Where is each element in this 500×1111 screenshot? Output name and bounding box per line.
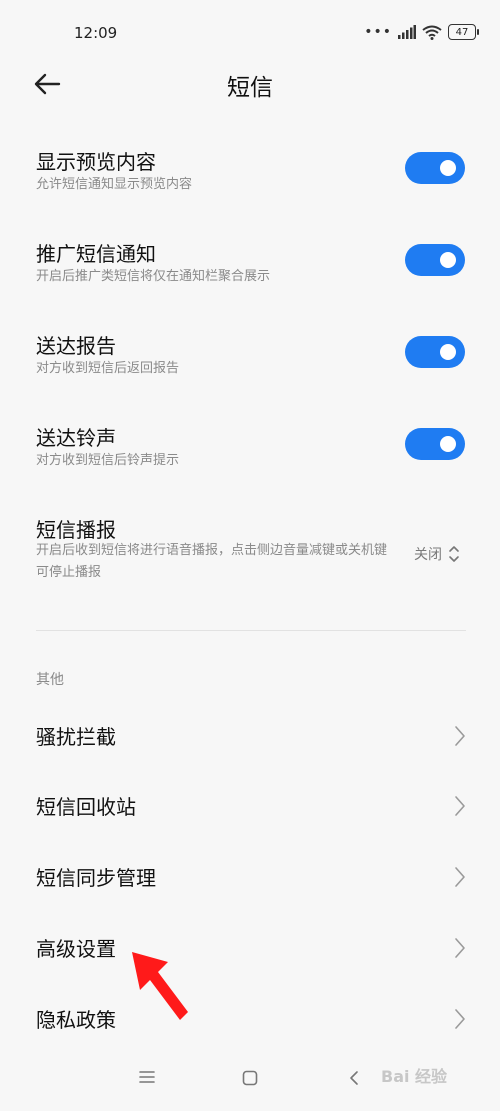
setting-desc: 开启后推广类短信将仅在通知栏聚合展示 — [36, 269, 271, 284]
setting-desc: 开启后收到短信将进行语音播报，点击侧边音量减键或关机键可停止播报 — [36, 543, 388, 580]
menu-lines-icon[interactable] — [139, 1070, 155, 1084]
setting-title: 送达报告 — [36, 334, 116, 358]
menu-item-label: 高级设置 — [36, 937, 116, 961]
menu-item-recycle-bin[interactable]: 短信回收站 — [0, 773, 500, 839]
menu-item-label: 短信同步管理 — [36, 866, 156, 890]
setting-promo-notify: 推广短信通知 开启后推广类短信将仅在通知栏聚合展示 — [0, 232, 500, 312]
setting-delivery-ringtone: 送达铃声 对方收到短信后铃声提示 — [0, 416, 500, 496]
toggle-knob — [440, 344, 456, 360]
chevron-right-icon — [455, 867, 465, 887]
delivery-report-toggle[interactable] — [405, 336, 465, 368]
more-dots-icon: ••• — [364, 24, 392, 40]
screen: 12:09 ••• 47 短信 显示预览内容 允许短信通知显示预览内容 推广短信… — [0, 0, 500, 1111]
divider — [36, 630, 466, 631]
menu-item-label: 骚扰拦截 — [36, 725, 116, 749]
section-label-other: 其他 — [36, 672, 64, 688]
chevron-right-icon — [455, 938, 465, 958]
setting-desc: 对方收到短信后返回报告 — [36, 361, 180, 376]
back-chevron-icon[interactable] — [348, 1070, 360, 1086]
setting-delivery-report: 送达报告 对方收到短信后返回报告 — [0, 324, 500, 404]
updown-chevron-icon — [449, 546, 459, 562]
chevron-right-icon — [455, 796, 465, 816]
home-square-icon[interactable] — [242, 1070, 258, 1086]
status-bar: 12:09 ••• 47 — [0, 0, 500, 60]
wifi-icon — [422, 25, 442, 40]
setting-title: 短信播报 — [36, 518, 116, 542]
setting-desc: 允许短信通知显示预览内容 — [36, 177, 193, 192]
setting-show-preview: 显示预览内容 允许短信通知显示预览内容 — [0, 140, 500, 220]
menu-item-advanced-settings[interactable]: 高级设置 — [0, 915, 500, 981]
promo-notify-toggle[interactable] — [405, 244, 465, 276]
toggle-knob — [440, 436, 456, 452]
battery-indicator: 47 — [448, 24, 479, 40]
toggle-knob — [440, 160, 456, 176]
status-icons: ••• 47 — [364, 24, 479, 40]
show-preview-toggle[interactable] — [405, 152, 465, 184]
menu-item-label: 短信回收站 — [36, 795, 136, 819]
annotation-arrow-icon — [132, 952, 188, 1020]
setting-desc: 对方收到短信后铃声提示 — [36, 453, 180, 468]
menu-item-harassment-block[interactable]: 骚扰拦截 — [0, 703, 500, 769]
setting-sms-broadcast[interactable]: 短信播报 开启后收到短信将进行语音播报，点击侧边音量减键或关机键可停止播报 关闭 — [0, 508, 500, 598]
delivery-ringtone-toggle[interactable] — [405, 428, 465, 460]
watermark-logo: Bai 经验 — [381, 1067, 448, 1086]
menu-item-privacy-policy[interactable]: 隐私政策 — [0, 986, 500, 1052]
chevron-right-icon — [455, 1009, 465, 1029]
status-time: 12:09 — [74, 24, 118, 42]
broadcast-value: 关闭 — [414, 547, 442, 563]
menu-item-label: 隐私政策 — [36, 1008, 116, 1032]
setting-title: 推广短信通知 — [36, 242, 156, 266]
broadcast-select[interactable]: 关闭 — [414, 544, 460, 564]
header: 短信 — [0, 56, 500, 112]
setting-title: 显示预览内容 — [36, 150, 156, 174]
menu-item-sync-management[interactable]: 短信同步管理 — [0, 844, 500, 910]
page-title: 短信 — [227, 75, 273, 101]
setting-title: 送达铃声 — [36, 426, 116, 450]
chevron-right-icon — [455, 726, 465, 746]
signal-icon — [398, 25, 416, 39]
toggle-knob — [440, 252, 456, 268]
